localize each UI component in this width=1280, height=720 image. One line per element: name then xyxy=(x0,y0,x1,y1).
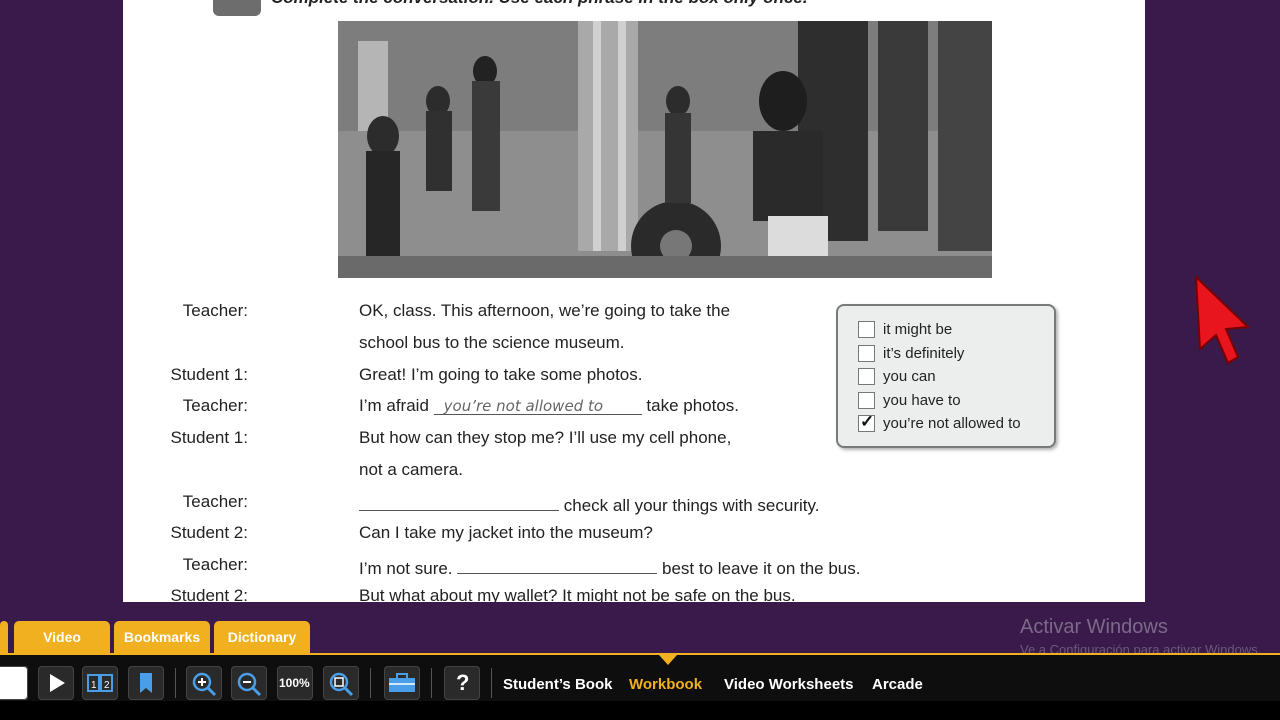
tab-video[interactable]: Video xyxy=(14,621,110,653)
toolbar-divider xyxy=(431,668,432,698)
speaker-label: Student 2: xyxy=(170,586,248,602)
tab-dictionary[interactable]: Dictionary xyxy=(214,621,310,653)
speaker-label: Student 1: xyxy=(170,365,248,384)
nav-workbook[interactable]: Workbook xyxy=(629,676,702,693)
toolbox-icon xyxy=(389,673,415,692)
page-input[interactable] xyxy=(0,666,28,700)
speaker-label: Teacher: xyxy=(182,301,248,320)
dialogue-text: I’m not sure. xyxy=(359,559,453,578)
dialogue-text: best to leave it on the bus. xyxy=(662,559,861,578)
dialogue-text: I’m afraid xyxy=(359,396,429,415)
exercise-number-badge xyxy=(213,0,261,16)
speaker-label: Teacher: xyxy=(182,396,248,415)
zoom-fit-button[interactable] xyxy=(323,666,359,700)
phrase-label: you can xyxy=(883,368,936,385)
checkbox-checked[interactable]: ✓ xyxy=(858,412,875,432)
dialogue-line: Teacher: OK, class. This afternoon, we’r… xyxy=(123,301,883,333)
zoom-out-button[interactable] xyxy=(231,666,267,700)
nav-video-worksheets[interactable]: Video Worksheets xyxy=(724,676,854,693)
textbook-page: Complete the conversation. Use each phra… xyxy=(123,0,1145,602)
checkmark-icon: ✓ xyxy=(860,412,875,431)
phrase-label: it might be xyxy=(883,321,953,338)
zoom-in-button[interactable] xyxy=(186,666,222,700)
dialogue-text-with-blank: I’m not sure. best to leave it on the bu… xyxy=(359,555,860,579)
dialogue-text: But what about my wallet? It might not b… xyxy=(359,586,796,602)
dialogue-text: take photos. xyxy=(646,396,740,415)
bookmark-icon xyxy=(140,673,152,693)
speaker-label: Teacher: xyxy=(182,492,248,511)
dialogue-text: check all your things with security. xyxy=(563,496,820,515)
zoom-out-icon xyxy=(237,672,262,697)
checkbox[interactable] xyxy=(858,321,875,338)
two-page-view-button[interactable]: 12 xyxy=(82,666,118,700)
dialogue-line: Teacher: I’m afraid you’re not allowed t… xyxy=(123,396,883,428)
dialogue-text: not a camera. xyxy=(359,460,463,479)
speaker-label: Student 2: xyxy=(170,523,248,542)
dialogue-text: But how can they stop me? I’ll use my ce… xyxy=(359,428,732,447)
phrase-label: it’s definitely xyxy=(883,345,965,362)
phrase-label: you have to xyxy=(883,392,961,409)
answer-blank[interactable] xyxy=(457,555,658,574)
dialogue-line: Student 2: But what about my wallet? It … xyxy=(123,586,883,602)
dialogue-line: Student 2: Can I take my jacket into the… xyxy=(123,523,883,555)
phrase-box: it might be it’s definitely you can you … xyxy=(836,304,1056,448)
help-button[interactable]: ? xyxy=(444,666,480,700)
dialogue-text-with-blank: I’m afraid you’re not allowed to take ph… xyxy=(359,396,739,416)
toolbar-divider xyxy=(491,668,492,698)
dialogue-line: Student 1: But how can they stop me? I’l… xyxy=(123,428,883,460)
speaker-label: Teacher: xyxy=(182,555,248,574)
dialogue-text: Can I take my jacket into the museum? xyxy=(359,523,653,542)
nav-students-book[interactable]: Student’s Book xyxy=(503,676,612,693)
checkbox[interactable] xyxy=(858,368,875,385)
nav-arcade[interactable]: Arcade xyxy=(872,676,923,693)
museum-photo xyxy=(338,21,992,278)
two-page-icon: 12 xyxy=(87,674,113,692)
windows-activation-watermark: Activar Windows xyxy=(1020,616,1168,638)
dialogue-line: Teacher: check all your things with secu… xyxy=(123,492,883,524)
screen-bottom-strip xyxy=(0,701,1280,720)
zoom-fit-icon xyxy=(329,672,354,697)
zoom-in-icon xyxy=(192,672,217,697)
checkbox[interactable] xyxy=(858,392,875,409)
bookmark-button[interactable] xyxy=(128,666,164,700)
dialogue-line: not a camera. xyxy=(123,460,883,492)
answer-blank[interactable]: you’re not allowed to xyxy=(433,396,642,415)
toolbox-button[interactable] xyxy=(384,666,420,700)
help-icon: ? xyxy=(456,670,470,695)
answer-blank[interactable] xyxy=(359,492,559,511)
speaker-label: Student 1: xyxy=(170,428,248,447)
active-section-indicator xyxy=(659,655,677,665)
filled-answer: you’re not allowed to xyxy=(443,397,604,415)
dialogue-line: Student 1: Great! I’m going to take some… xyxy=(123,365,883,397)
dialogue-text: school bus to the science museum. xyxy=(359,333,625,352)
zoom-level-label: 100% xyxy=(279,676,310,690)
toolbar-divider xyxy=(370,668,371,698)
dialogue-text-with-blank: check all your things with security. xyxy=(359,492,819,516)
dialogue-line: school bus to the science museum. xyxy=(123,333,883,365)
svg-text:1: 1 xyxy=(91,680,97,691)
exercise-instructions: Complete the conversation. Use each phra… xyxy=(271,0,808,8)
toolbar-divider xyxy=(175,668,176,698)
zoom-100-button[interactable]: 100% xyxy=(277,666,313,700)
cursor-arrow-icon xyxy=(1194,274,1251,365)
dialogue-text: Great! I’m going to take some photos. xyxy=(359,365,643,384)
play-icon xyxy=(50,674,65,692)
play-button[interactable] xyxy=(38,666,74,700)
tab-partial[interactable] xyxy=(0,621,8,653)
dialogue-line: Teacher: I’m not sure. best to leave it … xyxy=(123,555,883,587)
checkbox[interactable] xyxy=(858,345,875,362)
phrase-label: you’re not allowed to xyxy=(883,415,1021,432)
svg-text:2: 2 xyxy=(104,680,110,691)
dialogue-text: OK, class. This afternoon, we’re going t… xyxy=(359,301,731,320)
tab-bookmarks[interactable]: Bookmarks xyxy=(114,621,210,653)
